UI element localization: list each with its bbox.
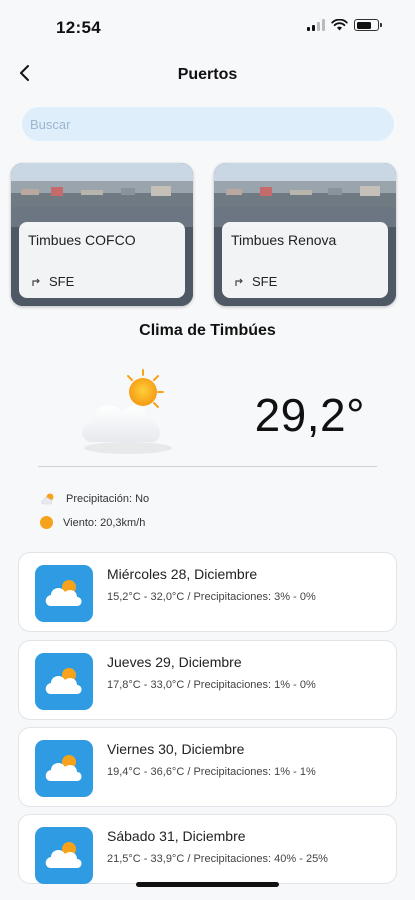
search-input[interactable] xyxy=(22,107,394,141)
port-code: SFE xyxy=(252,274,278,289)
status-icons xyxy=(307,19,382,31)
port-name: Timbues Renova xyxy=(231,232,337,248)
wifi-icon xyxy=(331,19,348,31)
forecast-day: Viernes 30, Diciembre xyxy=(107,741,245,757)
forecast-details: 19,4°C - 36,6°C / Precipitaciones: 1% - … xyxy=(107,766,316,778)
home-indicator[interactable] xyxy=(136,882,279,887)
current-temperature: 29,2° xyxy=(254,389,365,441)
forecast-details: 15,2°C - 32,0°C / Precipitaciones: 3% - … xyxy=(107,591,316,603)
port-card-timbues-renova[interactable]: Timbues Renova SFE xyxy=(214,163,396,306)
forecast-icon-box xyxy=(35,740,93,797)
sun-icon xyxy=(40,516,53,529)
precipitation-text: Precipitación: No xyxy=(66,492,150,505)
arrow-turn-icon xyxy=(235,278,243,286)
sun-behind-cloud-icon xyxy=(82,369,172,454)
forecast-icon-box xyxy=(35,565,93,622)
port-info-panel: Timbues COFCO SFE xyxy=(19,222,185,298)
forecast-day: Miércoles 28, Diciembre xyxy=(107,566,258,582)
sun-behind-cloud-icon xyxy=(45,842,82,868)
sun-behind-cloud-icon xyxy=(45,668,82,694)
precipitation-row: Precipitación: No xyxy=(40,492,149,505)
forecast-card[interactable]: Viernes 30, Diciembre 19,4°C - 36,6°C / … xyxy=(18,727,397,807)
weather-city-title: Clima de Timbúes xyxy=(139,322,276,339)
status-time: 12:54 xyxy=(56,18,101,37)
forecast-card[interactable]: Jueves 29, Diciembre 17,8°C - 33,0°C / P… xyxy=(18,640,397,720)
arrow-turn-icon xyxy=(32,278,40,286)
sun-behind-cloud-icon xyxy=(45,755,82,781)
forecast-details: 17,8°C - 33,0°C / Precipitaciones: 1% - … xyxy=(107,679,316,691)
page-title: Puertos xyxy=(177,66,238,83)
forecast-icon-box xyxy=(35,653,93,710)
forecast-day: Sábado 31, Diciembre xyxy=(107,828,246,844)
port-info-panel: Timbues Renova SFE xyxy=(222,222,388,298)
sun-behind-cloud-icon xyxy=(45,580,82,606)
cellular-signal-icon xyxy=(307,19,325,31)
battery-icon xyxy=(354,19,382,31)
port-card-timbues-cofco[interactable]: Timbues COFCO SFE xyxy=(11,163,193,306)
divider xyxy=(38,466,377,467)
forecast-day: Jueves 29, Diciembre xyxy=(107,654,242,670)
wind-text: Viento: 20,3km/h xyxy=(63,516,146,529)
port-code: SFE xyxy=(49,274,75,289)
forecast-card[interactable]: Miércoles 28, Diciembre 15,2°C - 32,0°C … xyxy=(18,552,397,632)
nav-bar: Puertos xyxy=(0,56,415,92)
forecast-details: 21,5°C - 33,9°C / Precipitaciones: 40% -… xyxy=(107,853,328,865)
wind-row: Viento: 20,3km/h xyxy=(40,516,145,529)
port-name: Timbues COFCO xyxy=(28,232,136,248)
forecast-icon-box xyxy=(35,827,93,884)
forecast-card[interactable]: Sábado 31, Diciembre 21,5°C - 33,9°C / P… xyxy=(18,814,397,884)
cloud-sun-icon xyxy=(41,493,54,505)
status-bar: 12:54 xyxy=(0,0,415,54)
